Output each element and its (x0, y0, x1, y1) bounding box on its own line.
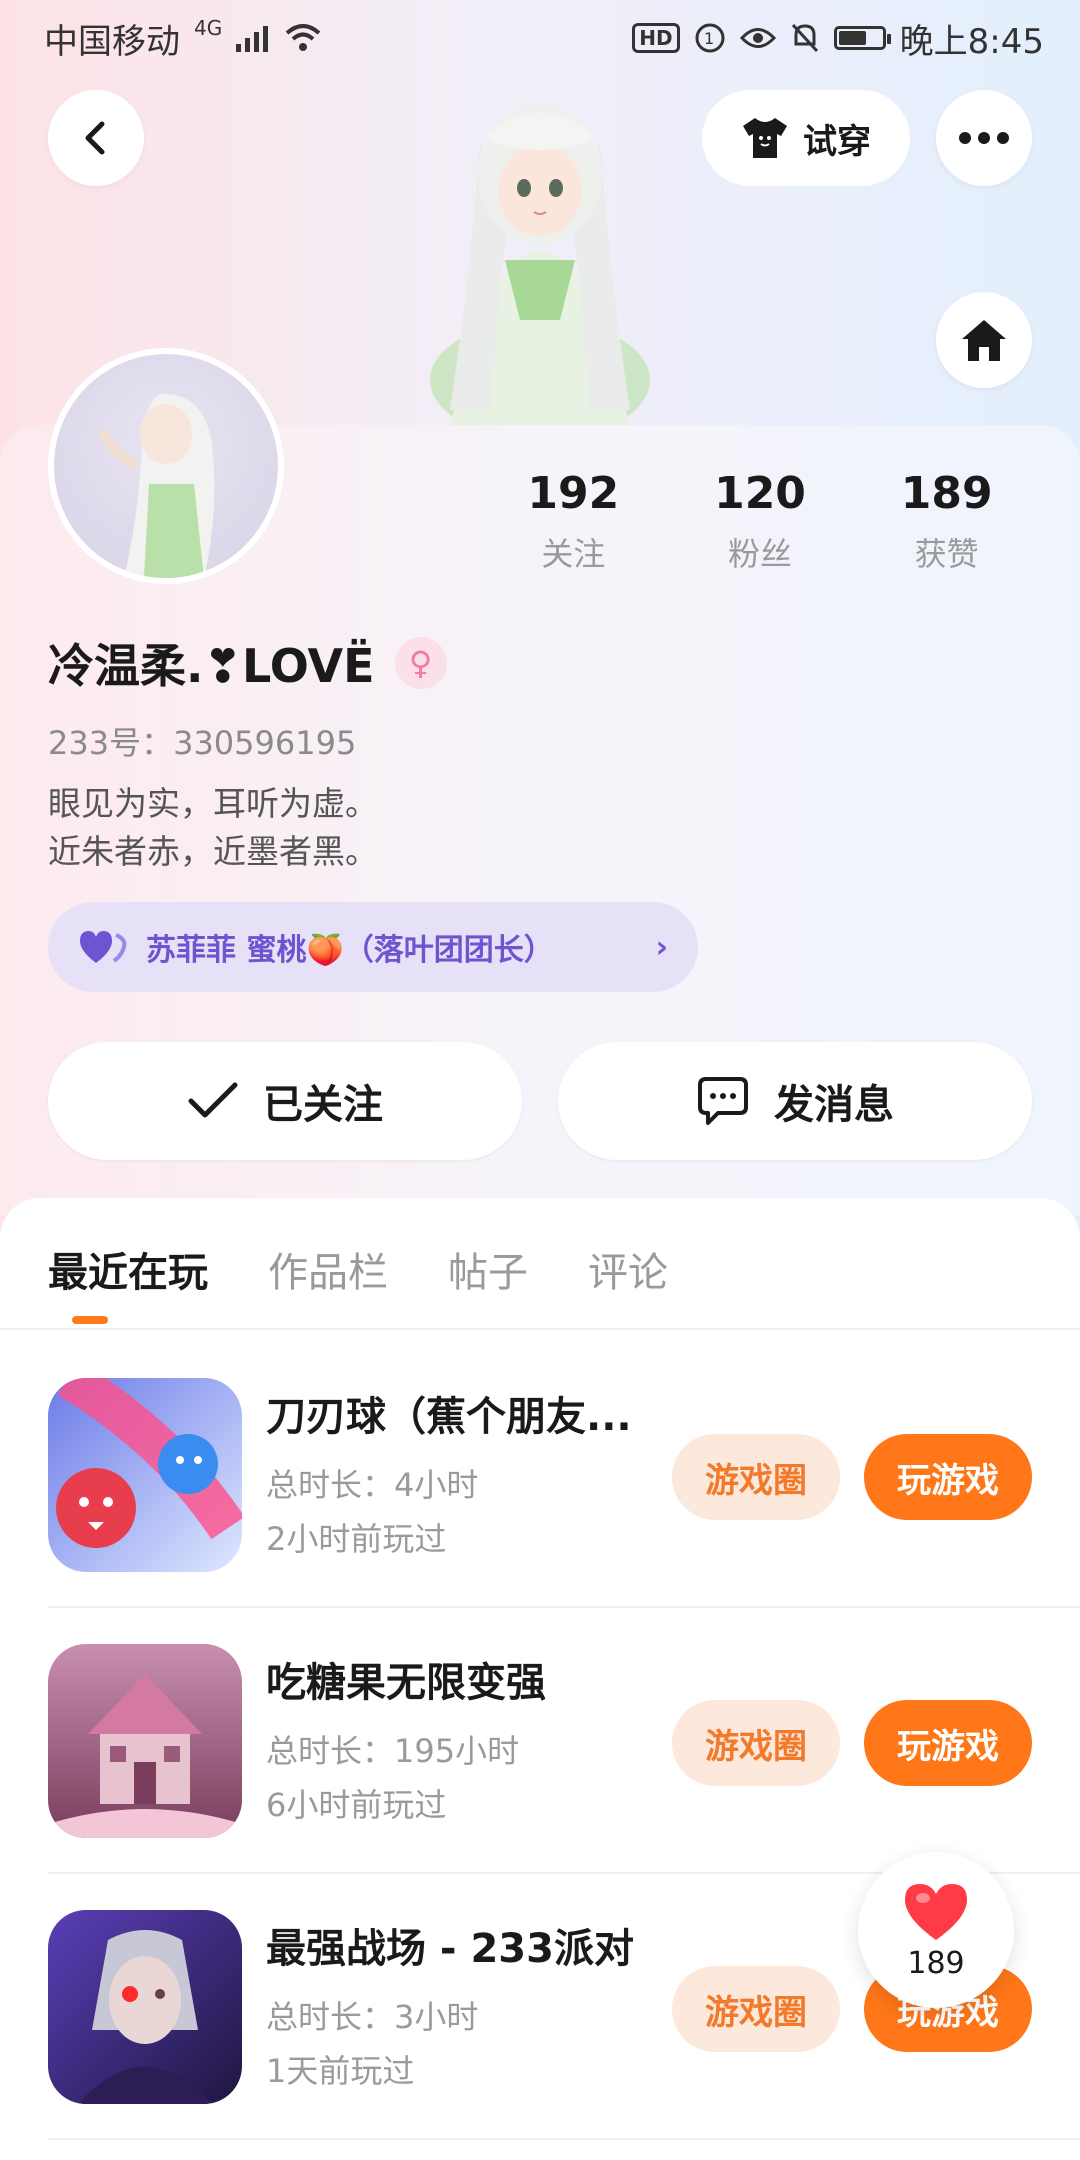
user-id: 233号：330596195 (48, 724, 357, 762)
game-icon-candy-house (48, 1644, 242, 1838)
avatar-3d-figure (430, 105, 650, 430)
more-options-button[interactable] (936, 90, 1032, 186)
row-divider (48, 2138, 1080, 2140)
avatar-figure-image (99, 394, 215, 578)
home-icon (962, 320, 1006, 361)
stat-value: 189 (900, 468, 993, 519)
mute-bell-icon (791, 23, 818, 53)
home-button[interactable] (936, 292, 1032, 388)
group-badge-pill[interactable]: 苏菲菲 蜜桃🍑（落叶团团长） › (48, 902, 698, 992)
profile-stats: 192 关注 120 粉丝 189 获赞 (480, 468, 1040, 575)
tab-comments[interactable]: 评论 (588, 1240, 668, 1298)
battery-icon (833, 26, 891, 50)
try-on-label: 试穿 (803, 121, 871, 162)
svg-text:1: 1 (704, 29, 714, 48)
profile-tabs: 最近在玩 作品栏 帖子 评论 (48, 1240, 668, 1298)
hd-icon: HD (632, 23, 680, 53)
followed-button[interactable]: 已关注 (48, 1042, 522, 1160)
data-saver-icon: 1 (695, 23, 725, 53)
game-duration: 总时长：4小时 (266, 1466, 479, 1504)
game-title: 最强战场 - 233派对 (266, 1926, 634, 1972)
stat-value: 192 (527, 468, 620, 519)
signal-icon (236, 26, 269, 52)
game-duration: 总时长：195小时 (266, 1732, 520, 1770)
back-button[interactable] (48, 90, 144, 186)
avatar[interactable] (48, 348, 284, 584)
game-last-played: 6小时前玩过 (266, 1786, 447, 1824)
play-game-button[interactable]: 玩游戏 (864, 1434, 1032, 1520)
try-on-button[interactable]: 试穿 (702, 90, 910, 186)
game-list-item[interactable]: 刀刃球（蕉个朋友... 总时长：4小时 2小时前玩过 游戏圈 玩游戏 (48, 1378, 1032, 1572)
floating-like-button[interactable]: 189 (858, 1852, 1014, 2008)
followed-label: 已关注 (263, 1082, 383, 1128)
stat-value: 120 (714, 468, 806, 519)
game-title: 吃糖果无限变强 (266, 1660, 546, 1706)
tabs-divider (0, 1328, 1080, 1330)
female-gender-icon: ♀ (394, 637, 447, 689)
game-circle-button[interactable]: 游戏圈 (672, 1966, 840, 2052)
status-bar: 中国移动 4G HD 1 晚上8:45 (0, 0, 1080, 76)
chat-bubble-icon (698, 1077, 748, 1125)
play-game-button[interactable]: 玩游戏 (864, 1700, 1032, 1786)
game-list-item[interactable]: 吃糖果无限变强 总时长：195小时 6小时前玩过 游戏圈 玩游戏 (48, 1644, 1032, 1838)
profile-nickname: 冷温柔.❣LOVË ♀ (48, 630, 447, 696)
stat-likes[interactable]: 189 获赞 (853, 468, 1040, 575)
chevron-left-icon (85, 121, 105, 155)
stat-label: 粉丝 (728, 535, 793, 573)
game-duration: 总时长：3小时 (266, 1998, 479, 2036)
wifi-icon (285, 24, 321, 51)
game-circle-button[interactable]: 游戏圈 (672, 1700, 840, 1786)
tab-posts[interactable]: 帖子 (448, 1240, 528, 1298)
stat-label: 获赞 (914, 535, 979, 573)
game-circle-button[interactable]: 游戏圈 (672, 1434, 840, 1520)
stat-label: 关注 (541, 535, 606, 573)
purple-heart-icon (80, 931, 127, 963)
heart-icon (905, 1883, 967, 1940)
send-message-label: 发消息 (774, 1082, 894, 1128)
row-divider (48, 1606, 1080, 1608)
tshirt-icon (743, 118, 787, 158)
eye-icon (739, 28, 776, 48)
tab-works[interactable]: 作品栏 (268, 1240, 388, 1298)
game-title: 刀刃球（蕉个朋友... (266, 1394, 632, 1440)
carrier-label: 中国移动 (44, 21, 180, 62)
network-label: 4G (194, 16, 223, 40)
bio-line: 近朱者赤，近墨者黑。 (48, 832, 378, 871)
chevron-right-icon: › (655, 929, 668, 965)
game-last-played: 1天前玩过 (266, 2052, 415, 2090)
profile-bio: 眼见为实，耳听为虚。 近朱者赤，近墨者黑。 (48, 780, 378, 876)
stat-followers[interactable]: 120 粉丝 (667, 468, 854, 575)
bio-line: 眼见为实，耳听为虚。 (48, 784, 378, 823)
more-dots-icon (959, 132, 1009, 144)
game-icon-battle-party (48, 1910, 242, 2104)
tab-recently-played[interactable]: 最近在玩 (48, 1240, 208, 1298)
like-count: 189 (907, 1945, 965, 1981)
game-last-played: 2小时前玩过 (266, 1520, 447, 1558)
clock: 晚上8:45 (899, 21, 1044, 62)
content-panel: 最近在玩 作品栏 帖子 评论 刀刃球（蕉个朋友... 总时长：4小时 2小时前玩… (0, 1198, 1080, 2160)
send-message-button[interactable]: 发消息 (558, 1042, 1032, 1160)
nickname-text: 冷温柔.❣LOVË (48, 639, 375, 693)
stat-following[interactable]: 192 关注 (480, 468, 667, 575)
active-tab-indicator (72, 1316, 108, 1324)
game-icon-blade-ball (48, 1378, 242, 1572)
checkmark-icon (188, 1082, 238, 1118)
group-badge-text: 苏菲菲 蜜桃🍑（落叶团团长） (146, 933, 554, 968)
